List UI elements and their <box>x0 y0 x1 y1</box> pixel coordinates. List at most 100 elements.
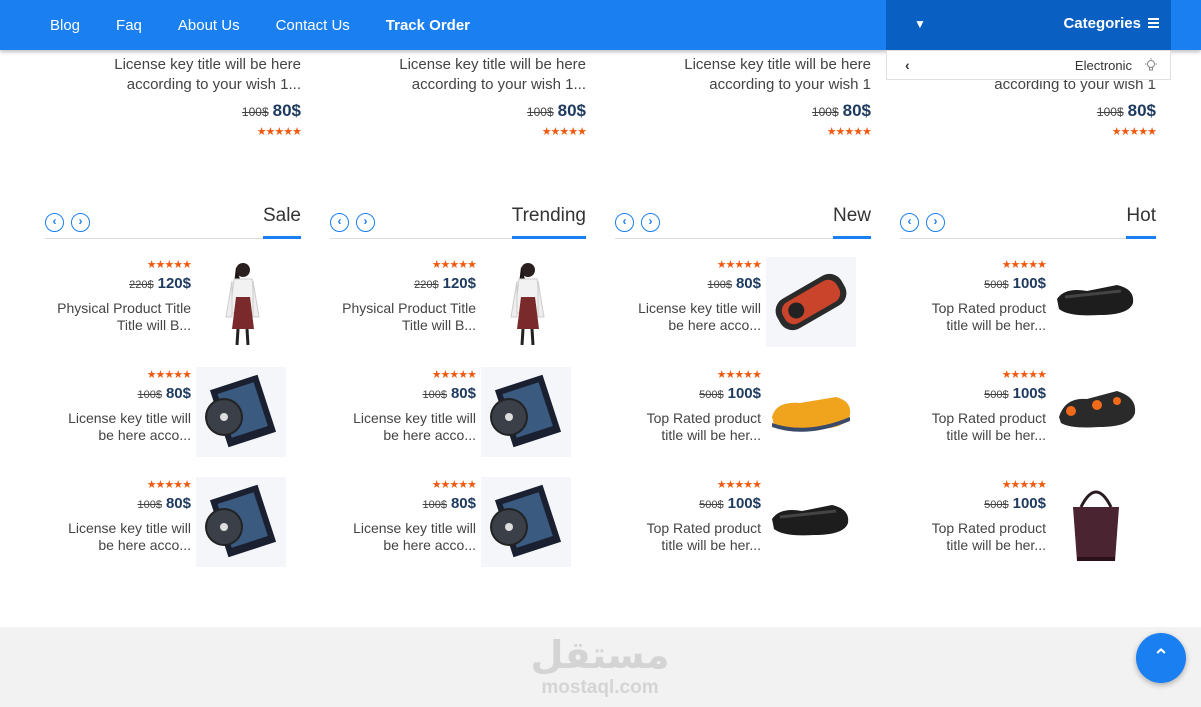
product-image[interactable] <box>766 367 856 457</box>
rating-stars: ★★★★★ <box>541 126 587 138</box>
product-list-item[interactable]: ★★★★★ 100$ 80$ License key title will be her… <box>46 367 286 457</box>
product-title[interactable]: License key title will <box>41 410 191 427</box>
product-image[interactable] <box>766 257 856 347</box>
product-title-line2: be here acco... <box>98 427 191 443</box>
product-title[interactable]: Top Rated product <box>611 520 761 537</box>
top-product-card[interactable]: License key title will be here according… <box>31 55 302 138</box>
product-image[interactable] <box>1051 257 1141 347</box>
price: 220$ 120$ <box>41 275 191 292</box>
rating-stars: ★★★★★ <box>1001 479 1047 491</box>
rating-stars: ★★★★★ <box>431 259 477 271</box>
product-image[interactable] <box>196 257 286 347</box>
product-image[interactable] <box>1051 367 1141 457</box>
product-title-line2: title will be her... <box>661 537 761 553</box>
prev-arrow-icon[interactable]: ‹ <box>615 213 634 232</box>
current-price: 100$ <box>1012 495 1046 512</box>
product-list-item[interactable]: ★★★★★ 100$ 80$ License key title will be her… <box>331 367 571 457</box>
product-title[interactable]: Physical Product Title <box>41 300 191 317</box>
section-title: Hot <box>1126 205 1156 239</box>
rating-stars: ★★★★★ <box>146 259 192 271</box>
next-arrow-icon[interactable]: › <box>641 213 660 232</box>
categories-button[interactable]: ▼ Categories <box>886 0 1171 50</box>
old-price: 220$ <box>129 279 154 291</box>
product-image[interactable] <box>481 257 571 347</box>
product-list-item[interactable]: ★★★★★ 100$ 80$ License key title will be her… <box>331 477 571 567</box>
category-item-electronic[interactable]: Electronic <box>1075 58 1132 73</box>
nav-link-faq[interactable]: Faq <box>116 17 142 34</box>
price: 100$ 80$ <box>316 101 586 121</box>
section-title: Sale <box>262 205 301 239</box>
product-title-line2: title will be her... <box>946 427 1046 443</box>
nav-link-track-order[interactable]: Track Order <box>386 17 470 34</box>
product-title[interactable]: License key title will <box>326 520 476 537</box>
product-title[interactable]: License key title will <box>326 410 476 427</box>
current-price: 120$ <box>157 275 191 292</box>
top-product-card[interactable]: License key title will be here according… <box>601 55 872 138</box>
rating-stars: ★★★★★ <box>826 126 872 138</box>
price: 100$ 80$ <box>41 495 191 512</box>
product-title-line2: according to your wish 1... <box>411 76 586 93</box>
scroll-to-top-button[interactable]: ⌃ <box>1136 633 1186 683</box>
nav-link-contact[interactable]: Contact Us <box>276 17 350 34</box>
product-title[interactable]: License key title will <box>611 300 761 317</box>
next-arrow-icon[interactable]: › <box>356 213 375 232</box>
old-price: 100$ <box>422 389 447 401</box>
product-list-item[interactable]: ★★★★★ 220$ 120$ Physical Product Title Title… <box>46 257 286 347</box>
old-price: 100$ <box>422 499 447 511</box>
current-price: 120$ <box>442 275 476 292</box>
product-list-item[interactable]: ★★★★★ 500$ 100$ Top Rated product title will… <box>616 367 856 457</box>
product-title-line2: be here acco... <box>383 427 476 443</box>
categories-dropdown: ‹ Electronic <box>886 50 1171 80</box>
product-title[interactable]: Top Rated product <box>896 520 1046 537</box>
product-title-line2: according to your wish 1... <box>126 76 301 93</box>
product-list-item[interactable]: ★★★★★ 500$ 100$ Top Rated product title will… <box>901 477 1141 567</box>
current-price: 80$ <box>272 101 301 120</box>
product-image[interactable] <box>196 367 286 457</box>
old-price: 500$ <box>984 389 1009 401</box>
product-image[interactable] <box>766 477 856 567</box>
section-title: Trending <box>511 205 586 239</box>
nav-link-blog[interactable]: Blog <box>50 17 80 34</box>
watermark-arabic: مستقل <box>530 635 670 677</box>
product-title[interactable]: Top Rated product <box>896 410 1046 427</box>
rating-stars: ★★★★★ <box>1001 369 1047 381</box>
old-price: 500$ <box>699 499 724 511</box>
prev-arrow-icon[interactable]: ‹ <box>330 213 349 232</box>
price: 500$ 100$ <box>896 385 1046 402</box>
lightbulb-icon <box>1145 58 1157 71</box>
rating-stars: ★★★★★ <box>431 369 477 381</box>
product-list-item[interactable]: ★★★★★ 100$ 80$ License key title will be her… <box>46 477 286 567</box>
top-product-card[interactable]: License key title will be here according… <box>316 55 587 138</box>
product-image[interactable] <box>1051 477 1141 567</box>
old-price: 500$ <box>984 279 1009 291</box>
price: 100$ 80$ <box>326 495 476 512</box>
next-arrow-icon[interactable]: › <box>926 213 945 232</box>
product-list-item[interactable]: ★★★★★ 500$ 100$ Top Rated product title will… <box>616 477 856 567</box>
product-list-item[interactable]: ★★★★★ 100$ 80$ License key title will be her… <box>616 257 856 347</box>
product-title-line2: title will be her... <box>661 427 761 443</box>
product-title[interactable]: Top Rated product <box>896 300 1046 317</box>
rating-stars: ★★★★★ <box>716 259 762 271</box>
old-price: 500$ <box>984 499 1009 511</box>
product-title-line2: be here acco... <box>98 537 191 553</box>
product-image[interactable] <box>481 477 571 567</box>
next-arrow-icon[interactable]: › <box>71 213 90 232</box>
price: 100$ 80$ <box>326 385 476 402</box>
current-price: 80$ <box>735 275 761 292</box>
prev-arrow-icon[interactable]: ‹ <box>45 213 64 232</box>
product-image[interactable] <box>481 367 571 457</box>
product-title[interactable]: License key title will <box>41 520 191 537</box>
product-title[interactable]: Top Rated product <box>611 410 761 427</box>
product-list-item[interactable]: ★★★★★ 500$ 100$ Top Rated product title will… <box>901 367 1141 457</box>
nav-link-about[interactable]: About Us <box>178 17 240 34</box>
price: 500$ 100$ <box>611 495 761 512</box>
product-list-item[interactable]: ★★★★★ 500$ 100$ Top Rated product title will… <box>901 257 1141 347</box>
product-title[interactable]: Physical Product Title <box>326 300 476 317</box>
prev-arrow-icon[interactable]: ‹ <box>900 213 919 232</box>
rating-stars: ★★★★★ <box>431 479 477 491</box>
old-price: 100$ <box>137 499 162 511</box>
product-list-item[interactable]: ★★★★★ 220$ 120$ Physical Product Title Title… <box>331 257 571 347</box>
chevron-left-icon[interactable]: ‹ <box>905 57 910 73</box>
price: 220$ 120$ <box>326 275 476 292</box>
product-image[interactable] <box>196 477 286 567</box>
